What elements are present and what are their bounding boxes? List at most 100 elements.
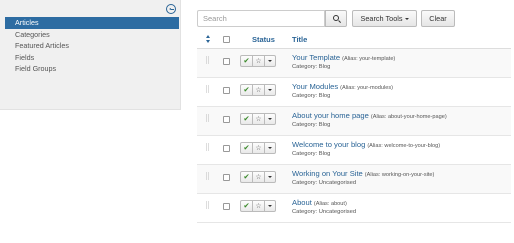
actions-dropdown-button[interactable] (265, 113, 276, 125)
drag-handle-icon[interactable] (206, 172, 210, 180)
actions-dropdown-button[interactable] (265, 200, 276, 212)
caret-down-icon (268, 205, 272, 207)
search-tools-button[interactable]: Search Tools (352, 10, 417, 27)
actions-dropdown-button[interactable] (265, 84, 276, 96)
search-tools-label: Search Tools (360, 14, 403, 23)
publish-toggle-button[interactable]: ✔ (240, 84, 253, 96)
star-icon: ☆ (255, 114, 262, 123)
sidebar-menu: Articles Categories Featured Articles Fi… (5, 17, 179, 75)
check-icon: ✔ (243, 172, 250, 182)
featured-toggle-button[interactable]: ☆ (253, 84, 265, 96)
article-category: Category: Blog (292, 93, 331, 99)
article-title-link[interactable]: About your home page (292, 111, 369, 120)
article-alias: (Alias: your-template) (342, 56, 396, 62)
row-checkbox[interactable] (223, 203, 230, 210)
article-alias: (Alias: welcome-to-your-blog) (367, 143, 441, 149)
sidebar-item-field-groups[interactable]: Field Groups (5, 63, 179, 75)
article-alias: (Alias: about-your-home-page) (370, 114, 447, 120)
arrow-left-circle-icon[interactable] (166, 4, 176, 14)
check-icon: ✔ (243, 201, 250, 211)
clear-button[interactable]: Clear (421, 10, 455, 27)
star-icon: ☆ (255, 143, 262, 152)
status-button-group: ✔ ☆ (240, 200, 276, 212)
drag-handle-icon[interactable] (206, 201, 210, 209)
select-all-checkbox[interactable] (223, 36, 230, 43)
row-checkbox[interactable] (223, 145, 230, 152)
drag-handle-icon[interactable] (206, 114, 210, 122)
star-icon: ☆ (255, 172, 262, 181)
search-input[interactable] (197, 10, 325, 27)
check-icon: ✔ (243, 143, 250, 153)
actions-dropdown-button[interactable] (265, 171, 276, 183)
table-row: ✔ ☆ Working on Your Site (Alias: working-… (197, 165, 511, 194)
publish-toggle-button[interactable]: ✔ (240, 200, 253, 212)
sidebar-item-fields[interactable]: Fields (5, 52, 179, 64)
article-title-link[interactable]: Welcome to your blog (292, 140, 365, 149)
row-checkbox[interactable] (223, 174, 230, 181)
article-title-link[interactable]: About (292, 198, 312, 207)
row-checkbox[interactable] (223, 58, 230, 65)
article-alias: (Alias: about) (313, 201, 347, 207)
article-title-link[interactable]: Working on Your Site (292, 169, 363, 178)
publish-toggle-button[interactable]: ✔ (240, 142, 253, 154)
table-row: ✔ ☆ About your home page (Alias: about-yo… (197, 107, 511, 136)
caret-down-icon (268, 147, 272, 149)
star-icon: ☆ (255, 201, 262, 210)
article-category: Category: Uncategorised (292, 209, 357, 215)
check-icon: ✔ (243, 56, 250, 66)
sidebar-item-featured-articles[interactable]: Featured Articles (5, 40, 179, 52)
actions-dropdown-button[interactable] (265, 142, 276, 154)
status-button-group: ✔ ☆ (240, 84, 276, 96)
table-row: ✔ ☆ Your Modules (Alias: your-modules) Ca… (197, 78, 511, 107)
title-column-header[interactable]: Title (292, 35, 307, 44)
featured-toggle-button[interactable]: ☆ (253, 142, 265, 154)
caret-down-icon (268, 176, 272, 178)
article-alias: (Alias: your-modules) (340, 85, 394, 91)
featured-toggle-button[interactable]: ☆ (253, 113, 265, 125)
sidebar-item-articles[interactable]: Articles (5, 17, 179, 29)
publish-toggle-button[interactable]: ✔ (240, 171, 253, 183)
star-icon: ☆ (255, 85, 262, 94)
row-checkbox[interactable] (223, 116, 230, 123)
title-cell: About your home page (Alias: about-your-h… (292, 110, 509, 130)
actions-dropdown-button[interactable] (265, 55, 276, 67)
search-button[interactable] (325, 10, 347, 27)
star-icon: ☆ (255, 56, 262, 65)
publish-toggle-button[interactable]: ✔ (240, 113, 253, 125)
table-row: ✔ ☆ Welcome to your blog (Alias: welcome-… (197, 136, 511, 165)
status-button-group: ✔ ☆ (240, 171, 276, 183)
title-cell: Welcome to your blog (Alias: welcome-to-y… (292, 139, 509, 159)
sidebar: Articles Categories Featured Articles Fi… (0, 0, 181, 110)
drag-handle-icon[interactable] (206, 56, 210, 64)
publish-toggle-button[interactable]: ✔ (240, 55, 253, 67)
status-column-header[interactable]: Status (252, 35, 275, 44)
featured-toggle-button[interactable]: ☆ (253, 200, 265, 212)
table-row: ✔ ☆ About (Alias: about) Category: Uncate… (197, 194, 511, 223)
row-checkbox[interactable] (223, 87, 230, 94)
title-cell: Your Template (Alias: your-template) Cate… (292, 52, 509, 72)
table-row: ✔ ☆ Your Template (Alias: your-template) … (197, 49, 511, 78)
table-header: Status Title (197, 30, 511, 49)
articles-table: Status Title ✔ ☆ Your Template (Alias: yo… (197, 30, 511, 223)
featured-toggle-button[interactable]: ☆ (253, 171, 265, 183)
sidebar-item-categories[interactable]: Categories (5, 29, 179, 41)
search-icon (333, 15, 339, 21)
article-category: Category: Blog (292, 64, 331, 70)
caret-down-icon (268, 89, 272, 91)
caret-down-icon (268, 60, 272, 62)
article-title-link[interactable]: Your Modules (292, 82, 338, 91)
check-icon: ✔ (243, 114, 250, 124)
check-icon: ✔ (243, 85, 250, 95)
drag-handle-icon[interactable] (206, 143, 210, 151)
article-title-link[interactable]: Your Template (292, 53, 340, 62)
title-cell: Working on Your Site (Alias: working-on-y… (292, 168, 509, 188)
caret-down-icon (268, 118, 272, 120)
sort-icon[interactable] (205, 35, 211, 43)
status-button-group: ✔ ☆ (240, 113, 276, 125)
article-category: Category: Uncategorised (292, 180, 357, 186)
title-cell: About (Alias: about) Category: Uncategori… (292, 197, 509, 217)
caret-down-icon (404, 18, 409, 21)
featured-toggle-button[interactable]: ☆ (253, 55, 265, 67)
drag-handle-icon[interactable] (206, 85, 210, 93)
status-button-group: ✔ ☆ (240, 142, 276, 154)
